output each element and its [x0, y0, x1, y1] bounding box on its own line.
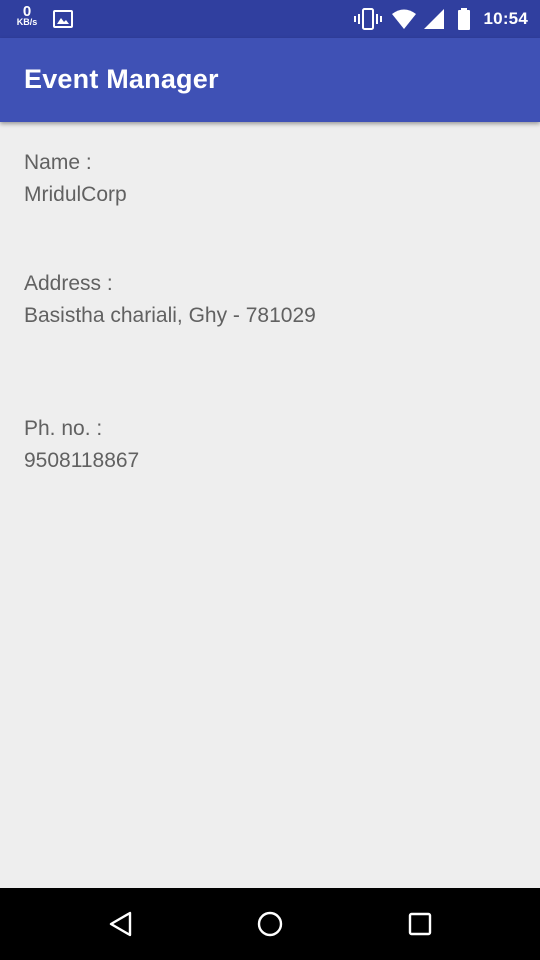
vibrate-icon: [354, 7, 382, 31]
battery-icon: [457, 7, 471, 31]
app-title: Event Manager: [24, 64, 219, 94]
image-notification-icon: [52, 7, 74, 31]
wifi-icon: [391, 7, 417, 31]
back-icon[interactable]: [104, 908, 136, 940]
phone-label: Ph. no. :: [24, 417, 103, 440]
network-speed-unit: KB/s: [16, 17, 38, 27]
address-label: Address :: [24, 272, 113, 295]
network-speed-indicator: 0 KB/s: [13, 4, 41, 27]
name-label: Name :: [24, 151, 92, 174]
address-value: Basistha chariali, Ghy - 781029: [24, 304, 316, 327]
app-bar: Event Manager: [0, 38, 540, 122]
status-clock: 10:54: [483, 9, 528, 28]
home-icon[interactable]: [254, 908, 286, 940]
name-value: MridulCorp: [24, 183, 127, 206]
status-bar: 0 KB/s 10:54: [0, 0, 540, 38]
recents-icon[interactable]: [404, 908, 436, 940]
navigation-bar: [0, 888, 540, 960]
phone-value: 9508118867: [24, 449, 140, 472]
cellular-signal-icon: [422, 7, 446, 31]
